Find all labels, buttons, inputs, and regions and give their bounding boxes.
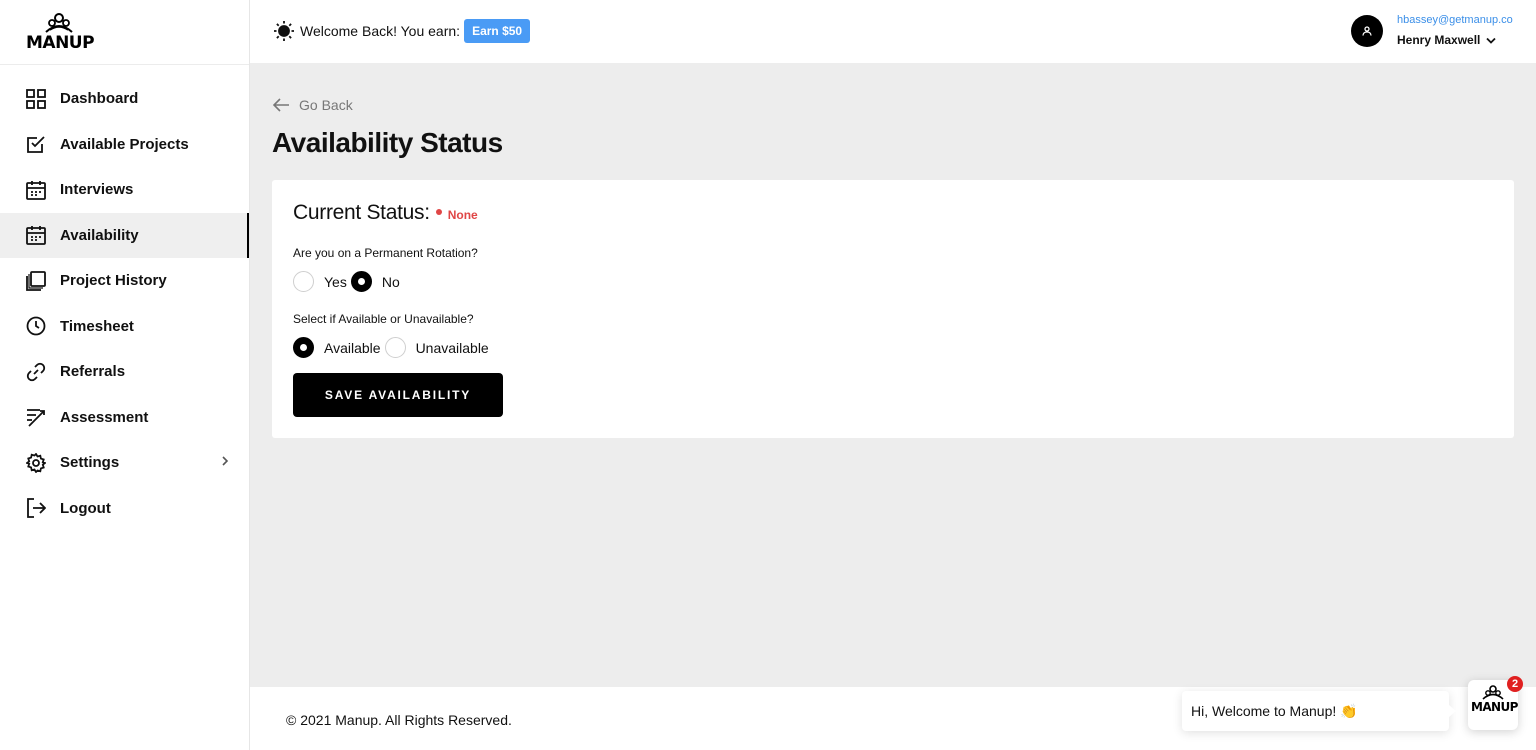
- earn-badge[interactable]: Earn $50: [464, 19, 531, 43]
- user-icon: [1362, 26, 1372, 36]
- rotation-no-radio[interactable]: [350, 271, 372, 292]
- user-email: hbassey@getmanup.co: [1397, 14, 1513, 26]
- available-radio[interactable]: [293, 337, 314, 358]
- sidebar-item-label: Interviews: [60, 181, 134, 199]
- sidebar-item-label: Dashboard: [60, 90, 139, 108]
- status-badge: None: [447, 208, 478, 222]
- chat-launcher-logo-text: MANUP: [1471, 700, 1518, 714]
- sidebar-item-label: Project History: [60, 272, 167, 290]
- copyright-text: © 2021 Manup. All Rights Reserved.: [286, 712, 512, 728]
- sidebar-item-assessment[interactable]: Assessment: [0, 395, 249, 441]
- rotation-no-label[interactable]: No: [382, 274, 400, 290]
- current-status: Current Status: None: [293, 201, 478, 225]
- top-bar: Welcome Back! You earn: Earn $50 hbassey…: [250, 0, 1536, 63]
- arrow-left-icon: [273, 98, 289, 112]
- sun-icon: [274, 21, 294, 41]
- sidebar-item-timesheet[interactable]: Timesheet: [0, 304, 249, 350]
- sidebar-item-referrals[interactable]: Referrals: [0, 349, 249, 395]
- logo-text: MANUP: [26, 33, 95, 53]
- available-label[interactable]: Available: [324, 340, 381, 356]
- sidebar-item-label: Logout: [60, 499, 111, 517]
- calendar-icon: [26, 180, 46, 200]
- avatar[interactable]: [1351, 15, 1383, 47]
- sidebar-item-settings[interactable]: Settings: [0, 440, 249, 486]
- chevron-right-icon: [222, 456, 229, 466]
- checklist-icon: [26, 407, 46, 427]
- availability-question: Select if Available or Unavailable?: [293, 312, 474, 326]
- logout-icon: [26, 498, 46, 519]
- rotation-yes-label[interactable]: Yes: [324, 274, 347, 290]
- chat-message: Hi, Welcome to Manup! 👏: [1191, 702, 1358, 719]
- calendar-icon: [26, 225, 46, 246]
- page-title: Availability Status: [272, 127, 503, 158]
- sidebar: MANUP Dashboard Available Projects Inter…: [0, 0, 250, 750]
- unavailable-radio[interactable]: [384, 337, 406, 358]
- sidebar-item-available-projects[interactable]: Available Projects: [0, 122, 249, 168]
- chat-unread-badge: 2: [1507, 676, 1523, 692]
- availability-radio-group: Available Unavailable: [293, 337, 493, 358]
- clock-icon: [26, 316, 46, 336]
- rotation-yes-radio[interactable]: [293, 271, 314, 292]
- welcome-banner: Welcome Back! You earn: Earn $50: [273, 19, 531, 43]
- sidebar-item-label: Availability: [60, 226, 139, 244]
- sidebar-item-label: Assessment: [60, 408, 149, 426]
- sidebar-item-label: Referrals: [60, 363, 126, 381]
- rotation-question: Are you on a Permanent Rotation?: [293, 246, 478, 260]
- sidebar-item-label: Settings: [60, 454, 120, 472]
- checkbox-icon: [26, 134, 46, 154]
- user-name: Henry Maxwell: [1397, 33, 1481, 47]
- main-content: Go Back Availability Status Current Stat…: [250, 63, 1536, 687]
- rotation-radio-group: Yes No: [293, 271, 404, 292]
- sidebar-item-logout[interactable]: Logout: [0, 486, 249, 532]
- sidebar-item-project-history[interactable]: Project History: [0, 258, 249, 304]
- link-icon: [26, 362, 46, 382]
- save-availability-button[interactable]: SAVE AVAILABILITY: [293, 373, 503, 417]
- status-dot: [435, 209, 442, 215]
- go-back-label: Go Back: [299, 97, 353, 113]
- availability-card: Current Status: None Are you on a Perman…: [272, 180, 1514, 438]
- sidebar-item-label: Timesheet: [60, 317, 134, 335]
- go-back-link[interactable]: Go Back: [273, 97, 353, 113]
- grid-icon: [26, 88, 46, 109]
- stacked-folders-icon: [26, 270, 46, 291]
- sidebar-item-dashboard[interactable]: Dashboard: [0, 76, 249, 122]
- sidebar-item-interviews[interactable]: Interviews: [0, 167, 249, 213]
- gear-icon: [26, 452, 46, 473]
- sidebar-item-label: Available Projects: [60, 135, 189, 153]
- status-label: Current Status:: [293, 201, 430, 224]
- user-menu[interactable]: Henry Maxwell: [1397, 33, 1497, 47]
- unavailable-label[interactable]: Unavailable: [416, 340, 489, 356]
- welcome-text: Welcome Back! You earn:: [300, 23, 461, 39]
- sidebar-item-availability[interactable]: Availability: [0, 212, 249, 258]
- logo[interactable]: MANUP: [0, 0, 249, 65]
- chevron-down-icon: [1486, 37, 1497, 44]
- chat-welcome-bubble[interactable]: Hi, Welcome to Manup! 👏: [1182, 691, 1456, 731]
- sidebar-nav: Dashboard Available Projects Interviews …: [0, 65, 249, 531]
